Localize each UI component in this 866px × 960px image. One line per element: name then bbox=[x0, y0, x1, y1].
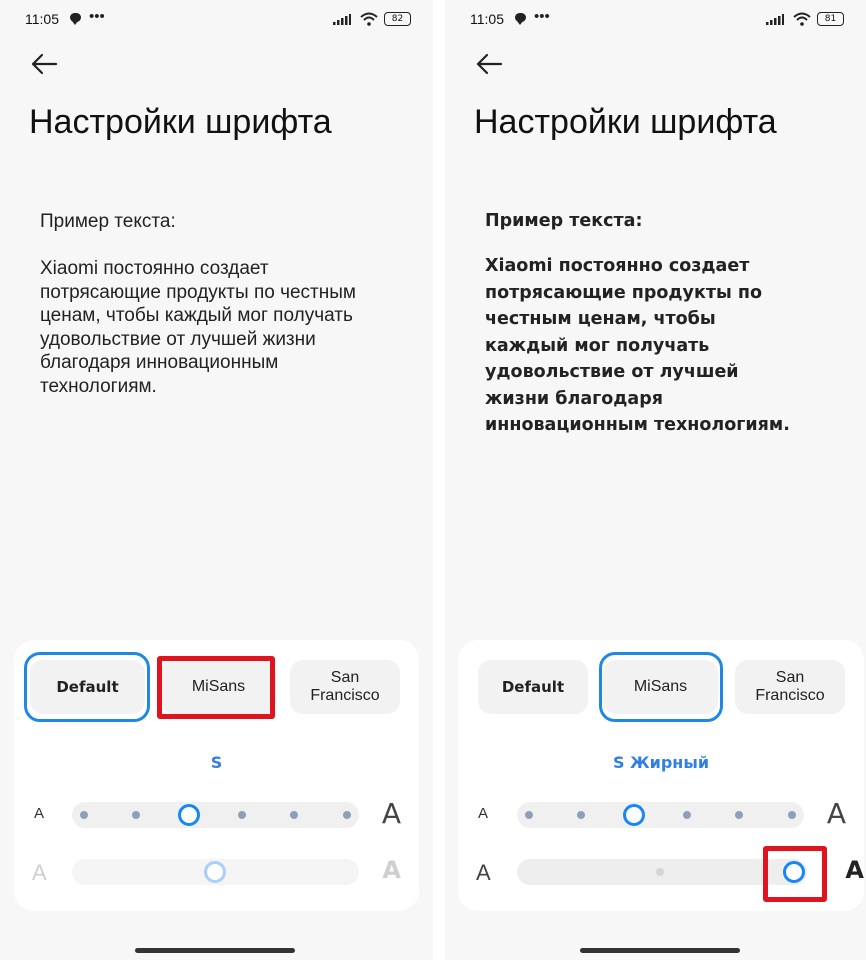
text-preview: Пример текста: Xiaomi постоянно создает … bbox=[485, 211, 845, 439]
wifi-icon bbox=[793, 12, 811, 26]
weight-light-letter: A bbox=[32, 860, 47, 885]
signal-icon bbox=[766, 14, 784, 25]
weight-bold-letter: A bbox=[845, 856, 864, 884]
font-option-san-francisco[interactable]: San Francisco bbox=[735, 660, 845, 714]
font-option-default[interactable]: Default bbox=[478, 660, 588, 714]
text-preview: Пример текста: Xiaomi постоянно создает … bbox=[40, 211, 400, 398]
size-step-dot[interactable] bbox=[238, 811, 246, 819]
size-slider[interactable] bbox=[517, 802, 804, 828]
page-title: Настройки шрифта bbox=[474, 103, 777, 141]
size-small-letter: A bbox=[478, 805, 489, 822]
size-step-dot[interactable] bbox=[525, 811, 533, 819]
size-large-letter: A bbox=[381, 797, 401, 830]
weight-bold-letter: A bbox=[382, 856, 401, 884]
phone-screen-right: 11:05 ••• 81 Настройки шрифта Пример тек… bbox=[445, 0, 866, 960]
size-step-dot[interactable] bbox=[80, 811, 88, 819]
font-settings-panel: Default MiSans San Francisco S A A A A bbox=[14, 640, 419, 911]
battery-indicator: 81 bbox=[817, 12, 844, 26]
size-step-dot[interactable] bbox=[343, 811, 351, 819]
size-step-dot[interactable] bbox=[788, 811, 796, 819]
chat-notification-icon bbox=[515, 13, 526, 25]
size-large-letter: A bbox=[826, 797, 846, 830]
size-step-dot[interactable] bbox=[683, 811, 691, 819]
status-time: 11:05 bbox=[25, 11, 59, 27]
size-label: S Жирный bbox=[612, 753, 710, 772]
page-title: Настройки шрифта bbox=[29, 103, 332, 141]
home-indicator[interactable] bbox=[580, 948, 740, 953]
signal-icon bbox=[333, 14, 351, 25]
wifi-icon bbox=[360, 12, 378, 26]
weight-slider[interactable] bbox=[517, 859, 807, 885]
size-small-letter: A bbox=[34, 805, 45, 822]
back-arrow-icon[interactable] bbox=[475, 52, 503, 76]
font-option-misans[interactable]: MiSans bbox=[603, 660, 718, 714]
weight-slider-thumb[interactable] bbox=[783, 861, 805, 883]
size-slider-thumb[interactable] bbox=[623, 804, 645, 826]
weight-slider-thumb[interactable] bbox=[204, 861, 226, 883]
phone-screen-left: 11:05 ••• 82 Настройки шрифта Пример тек… bbox=[0, 0, 433, 960]
weight-light-letter: A bbox=[476, 860, 491, 885]
chat-notification-icon bbox=[70, 13, 81, 25]
size-label: S bbox=[210, 753, 223, 772]
status-bar: 11:05 ••• 82 bbox=[25, 8, 411, 30]
font-option-default[interactable]: Default bbox=[30, 660, 145, 714]
size-step-dot[interactable] bbox=[735, 811, 743, 819]
more-notifications-icon: ••• bbox=[534, 8, 550, 25]
size-slider-thumb[interactable] bbox=[178, 804, 200, 826]
weight-mid-dot bbox=[656, 868, 664, 876]
status-bar: 11:05 ••• 81 bbox=[470, 8, 844, 30]
preview-label: Пример текста: bbox=[40, 211, 176, 232]
preview-text: Xiaomi постоянно создает потрясающие про… bbox=[485, 256, 790, 435]
back-arrow-icon[interactable] bbox=[30, 52, 58, 76]
home-indicator[interactable] bbox=[135, 948, 295, 953]
battery-indicator: 82 bbox=[384, 12, 411, 26]
size-step-dot[interactable] bbox=[132, 811, 140, 819]
preview-label: Пример текста: bbox=[485, 211, 643, 231]
size-step-dot[interactable] bbox=[290, 811, 298, 819]
font-option-san-francisco[interactable]: San Francisco bbox=[290, 660, 400, 714]
font-settings-panel: Default MiSans San Francisco S Жирный A … bbox=[458, 640, 864, 911]
weight-slider[interactable] bbox=[72, 859, 359, 885]
status-time: 11:05 bbox=[470, 11, 504, 27]
more-notifications-icon: ••• bbox=[89, 8, 105, 25]
size-slider[interactable] bbox=[72, 802, 359, 828]
size-step-dot[interactable] bbox=[577, 811, 585, 819]
font-option-misans[interactable]: MiSans bbox=[161, 660, 276, 714]
preview-text: Xiaomi постоянно создает потрясающие про… bbox=[40, 258, 356, 397]
